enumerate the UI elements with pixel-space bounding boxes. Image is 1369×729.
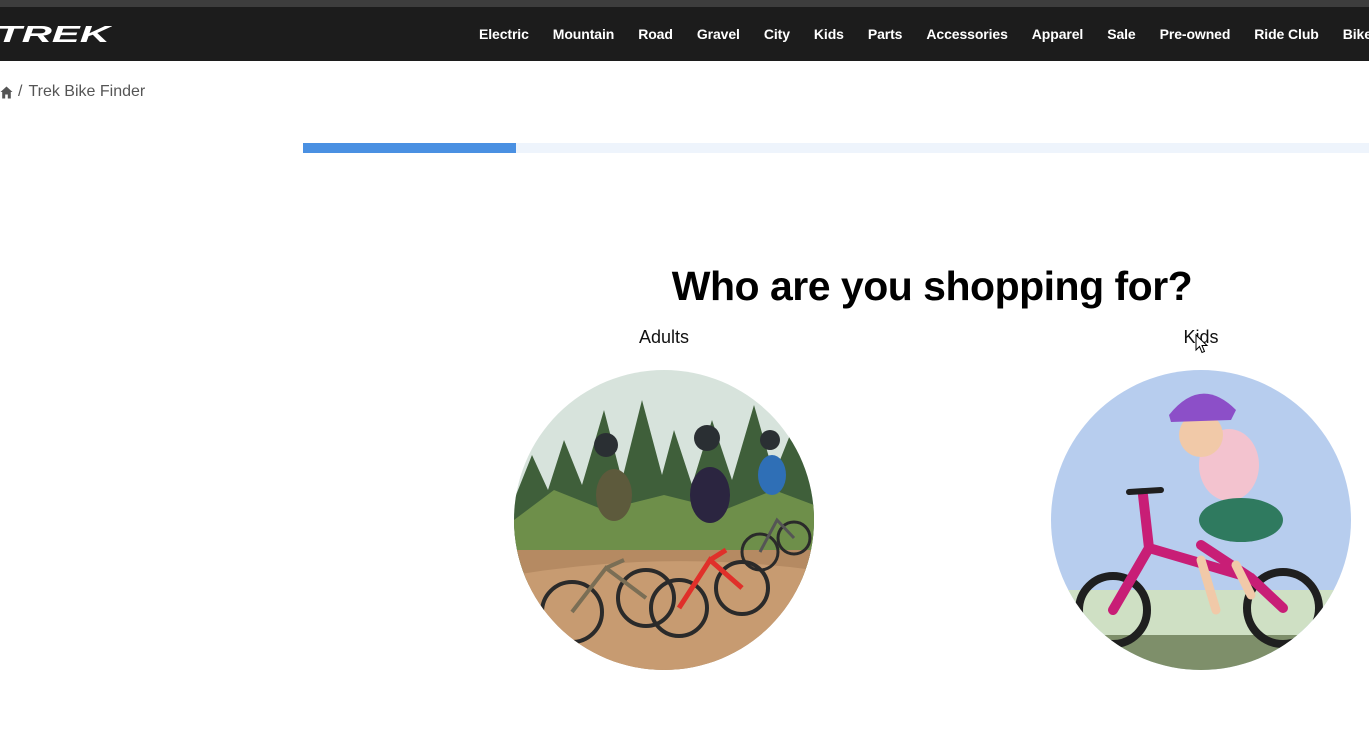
nav-item-bike-shops[interactable]: Bike Shops <box>1343 26 1369 42</box>
logo-text: TREK <box>0 23 112 45</box>
option-adults-label: Adults <box>638 327 690 347</box>
nav-item-sale[interactable]: Sale <box>1107 26 1136 42</box>
breadcrumb-current: Trek Bike Finder <box>28 83 146 100</box>
trek-logo[interactable]: TREK <box>0 23 112 45</box>
breadcrumb-separator: / <box>18 83 23 100</box>
browser-top-strip <box>0 0 1369 7</box>
nav-item-electric[interactable]: Electric <box>479 26 529 42</box>
progress-bar <box>303 143 1369 153</box>
page-title: Who are you shopping for? <box>671 263 1193 310</box>
nav-item-city[interactable]: City <box>764 26 790 42</box>
nav-item-parts[interactable]: Parts <box>868 26 903 42</box>
nav-item-accessories[interactable]: Accessories <box>926 26 1008 42</box>
nav-item-road[interactable]: Road <box>638 26 673 42</box>
option-kids-label: Kids <box>1183 327 1219 347</box>
main-navbar: TREK Electric Mountain Road Gravel City … <box>0 7 1369 61</box>
nav-item-pre-owned[interactable]: Pre-owned <box>1160 26 1231 42</box>
nav-item-apparel[interactable]: Apparel <box>1032 26 1084 42</box>
adults-riding-gravel-bikes-photo[interactable] <box>514 370 814 670</box>
option-kids[interactable]: Kids <box>1051 325 1351 670</box>
progress-fill <box>303 143 517 153</box>
nav-item-kids[interactable]: Kids <box>814 26 844 42</box>
primary-nav: Electric Mountain Road Gravel City Kids … <box>479 7 1369 61</box>
option-adults[interactable]: Adults <box>514 325 814 670</box>
breadcrumb: / Trek Bike Finder <box>0 83 145 101</box>
child-riding-pink-bike-photo[interactable] <box>1051 370 1351 670</box>
nav-item-ride-club[interactable]: Ride Club <box>1254 26 1319 42</box>
nav-item-mountain[interactable]: Mountain <box>553 26 615 42</box>
nav-item-gravel[interactable]: Gravel <box>697 26 740 42</box>
home-icon[interactable] <box>0 86 13 99</box>
